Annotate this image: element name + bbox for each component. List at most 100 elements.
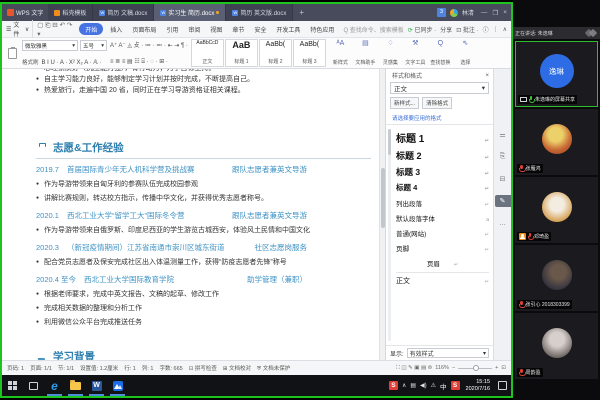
status-word-count[interactable]: 字数: 665 [159,364,182,372]
document-scrollbar[interactable] [379,69,385,360]
new-style-button[interactable]: ᴬA新样式 [329,39,352,67]
zoom-slider-knob[interactable] [473,365,479,371]
font-size-select[interactable]: 五号▾ [80,40,107,51]
ribbon-tab-review[interactable]: 审阅 [185,24,203,35]
style-item-heading3[interactable]: 标题 3↵ [396,164,489,180]
doc-tab-resume-english[interactable]: W 简历 英文版.docx [226,4,293,21]
view-mode-buttons[interactable]: ⛶ ◫ ✎ ▣ ▤ ⊜ [396,365,432,372]
fullscreen-icon[interactable]: ⊡ [501,365,506,371]
share-button[interactable]: 分享 [440,25,452,34]
style-heading1[interactable]: AaB 标题 1 [225,39,258,67]
styles-toggle-icon[interactable]: ✎ [495,195,511,207]
doc-tab-templates[interactable]: 稻壳模板 [48,4,93,21]
style-item-normal-web[interactable]: 普通(网站)↵ [396,225,489,240]
zoom-in-button[interactable]: + [495,365,498,371]
tune-icon[interactable]: ⚌ [497,129,509,141]
ribbon-tab-view[interactable]: 视图 [207,24,225,35]
comment-button[interactable]: ⊡ 批注 · [456,25,478,34]
scrollbar-thumb[interactable] [381,168,385,228]
zoom-slider[interactable] [458,368,492,369]
layout-icon[interactable]: ⊟ [497,173,509,185]
style-item-heading1[interactable]: 标题 1↵ [396,128,489,147]
zoom-out-button[interactable]: − [452,365,455,371]
tray-folder-icon[interactable]: ▤ [410,382,416,389]
new-tab-button[interactable]: + [293,4,310,21]
style-item-default-font[interactable]: 默认段落字体a [396,210,489,225]
find-replace-button[interactable]: Q查找替换 [429,39,452,67]
input-method-indicator[interactable]: 中 [440,381,447,391]
style-heading3[interactable]: AaBb( 标题 3 [293,39,326,67]
network-icon[interactable]: ⚠ [431,382,436,389]
ribbon-tab-section[interactable]: 章节 [229,24,247,35]
start-button[interactable] [2,375,23,396]
style-normal[interactable]: AaBbCcD 正文 [191,39,224,67]
panel-close-icon[interactable]: × [485,73,489,79]
tray-s-app-icon[interactable]: S [389,381,398,390]
meeting-taskbar-button[interactable] [107,375,128,396]
style-item-heading2[interactable]: 标题 2↵ [396,147,489,164]
select-button[interactable]: ⇖选择 [454,39,477,67]
edge-taskbar-button[interactable]: e [44,375,65,396]
clear-format-button[interactable]: 清除格式 [422,97,452,109]
minimize-button[interactable]: — [481,9,488,17]
styles-scrollbar[interactable] [388,129,391,341]
format-painter-button[interactable]: 格式刷 [22,58,39,66]
font-scale-buttons[interactable]: A⁺ A⁻ ◬ 攴 · ≔ · ≕ · ⇤ ⇥ ¶ · [110,40,188,49]
participant-tile[interactable]: 张引心 2018303399 [515,245,598,311]
char-format-buttons[interactable]: B I U · A · X² X₂ A · 𝔸 · [42,59,102,66]
participant-tile-sharing[interactable]: 逸琳 朱逸琳的屏幕共享 [515,41,598,107]
export-icon[interactable]: ⎘ [497,151,509,163]
paste-button[interactable] [5,39,19,67]
text-tools-button[interactable]: ⚒文字工具 [404,39,427,67]
font-name-select[interactable]: 微软雅黑▾ [22,40,78,51]
file-menu-button[interactable]: ☰ 文件 ∨ [6,20,33,38]
style-item-header[interactable]: 页眉↵ [396,255,489,270]
style-heading2[interactable]: AaBb( 标题 2 [259,39,292,67]
help-icon[interactable]: ⓘ [483,25,489,34]
doc-tab-resume-draft[interactable]: W 简历 文稿.docx [93,4,154,21]
tray-expand-icon[interactable]: ∧ [402,382,406,389]
spell-check-button[interactable]: ⊡ 拼写检查 [189,364,217,372]
paragraph-align-buttons[interactable]: ≡ ≣ ≡ ▤ ☷ ⌸ · ◌ · ⊞ · [110,58,188,66]
style-item-heading4[interactable]: 标题 4↵ [396,180,489,195]
command-search-input[interactable]: Q 查找命令、搜索模板 [343,25,403,34]
new-style-panel-button[interactable]: 新样式... [390,97,419,109]
sync-status[interactable]: ⟳ 已同步 · [408,25,436,34]
zoom-level[interactable]: 116% [435,365,449,371]
ribbon-tab-page-layout[interactable]: 页面布局 [129,24,159,35]
style-item-footer[interactable]: 页脚↵ [396,240,489,255]
doc-tab-intern-resume-active[interactable]: W 实习生 简历.docx [154,4,226,21]
action-center-icon[interactable] [498,381,507,390]
task-view-button[interactable] [23,375,44,396]
style-item-body[interactable]: 正文↵ [396,272,489,286]
volume-icon[interactable]: ◀) [420,382,427,389]
message-badge[interactable]: 3 [437,8,446,17]
word-taskbar-button[interactable]: W [86,375,107,396]
ribbon-tab-security[interactable]: 安全 [251,24,269,35]
close-button[interactable]: × [503,9,507,17]
tray-s-app-icon[interactable]: S [451,381,460,390]
inspiration-button[interactable]: ♢灵感集 [379,39,402,67]
protect-button[interactable]: ⛨ 文档未保护 [257,364,290,373]
more-menu-icon[interactable]: ⋮ [493,26,499,33]
taskbar-clock[interactable]: 15:15 2020/7/16 [464,379,492,392]
ribbon-tab-special-apps[interactable]: 特色应用 [307,24,337,35]
participant-tile[interactable]: 张雁鸿 [515,109,598,175]
ribbon-tab-references[interactable]: 引用 [163,24,181,35]
show-styles-select[interactable]: 有效样式▾ [407,348,489,358]
ribbon-tab-developer[interactable]: 开发工具 [273,24,303,35]
ribbon-tab-home[interactable]: 开始 [79,23,103,35]
restore-button[interactable]: ❐ [492,9,498,17]
current-style-box[interactable]: 正文▾ [390,82,489,94]
user-avatar[interactable] [450,9,458,17]
style-item-list-paragraph[interactable]: 列出段落↵ [396,195,489,210]
proofread-button[interactable]: ⊞ 文档校对 [223,364,251,372]
quick-access-toolbar[interactable]: ▢ ⎗ ⊟ ↶ ↷ ▾ [37,21,75,38]
document-page[interactable]: ●心理素质好（抗压能力强），有行动力；为了目标坚持。 ●自主学习能力良好，能够制… [2,69,379,360]
more-icon[interactable]: … [497,217,509,229]
collapse-ribbon-icon[interactable]: ∧ [503,26,507,33]
explorer-taskbar-button[interactable] [65,375,86,396]
ribbon-tab-insert[interactable]: 插入 [107,24,125,35]
participant-tile[interactable]: 邓琦盈 [515,177,598,243]
doc-assistant-button[interactable]: ▤文档助手 [354,39,377,67]
